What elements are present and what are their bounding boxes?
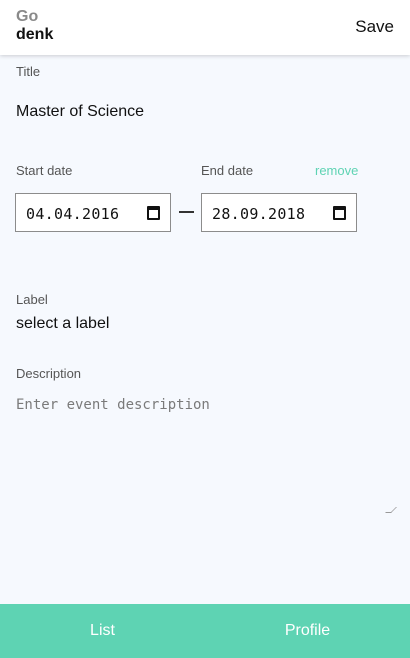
label-select[interactable]: select a label [16, 315, 109, 333]
logo-denk-text: denk [16, 26, 54, 43]
start-date-value: 04.04.2016 [26, 205, 120, 223]
bottom-navigation: List Profile [0, 604, 410, 658]
start-date-input[interactable]: 04.04.2016 [15, 193, 171, 232]
description-placeholder: Enter event description [16, 397, 210, 413]
description-label: Description [16, 366, 82, 381]
label-field-label: Label [16, 292, 48, 307]
calendar-icon[interactable] [333, 206, 346, 220]
logo-go-text: Go [16, 8, 39, 25]
app-header: Go denk Save [0, 0, 410, 55]
title-input[interactable]: Master of Science [16, 103, 144, 121]
calendar-icon[interactable] [147, 206, 160, 220]
description-textarea[interactable]: Enter event description [16, 397, 397, 513]
date-range-separator [179, 211, 194, 213]
end-date-input[interactable]: 28.09.2018 [201, 193, 357, 232]
remove-end-date-link[interactable]: remove [315, 163, 358, 178]
app-logo[interactable]: Go denk [16, 8, 53, 44]
resize-handle-icon[interactable] [385, 507, 397, 513]
save-button[interactable]: Save [355, 17, 394, 37]
end-date-value: 28.09.2018 [212, 205, 306, 223]
nav-list-button[interactable]: List [0, 604, 205, 658]
title-label: Title [16, 64, 41, 79]
end-date-label: End date [201, 163, 254, 178]
nav-profile-button[interactable]: Profile [205, 604, 410, 658]
start-date-label: Start date [16, 163, 73, 178]
